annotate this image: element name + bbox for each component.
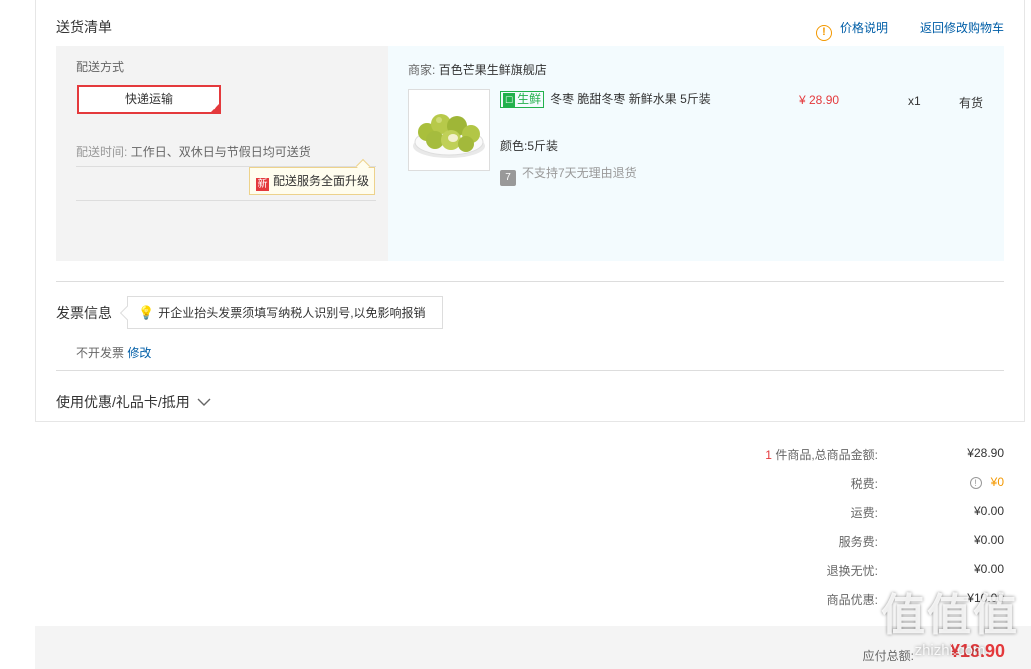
goods-count: 1 — [765, 448, 772, 462]
summary-tax-row: 税费: ! ¥0 — [0, 475, 1031, 495]
return-care-label: 退换无忧: — [826, 564, 878, 578]
check-icon: ✓ — [212, 103, 219, 112]
invoice-status: 不开发票 — [76, 346, 125, 360]
divider — [56, 370, 1004, 371]
summary-goods-row: 1 件商品,总商品金额: ¥28.90 — [0, 446, 1031, 466]
coupon-toggle[interactable]: 使用优惠/礼品卡/抵用 — [56, 392, 211, 412]
price-note-label: 价格说明 — [840, 21, 889, 35]
product-image[interactable] — [408, 89, 490, 171]
invoice-tip-text: 开企业抬头发票须填写纳税人识别号,以免影响报销 — [158, 306, 426, 320]
product-price: ¥ 28.90 — [799, 93, 840, 107]
product-title-row: ☐ 生鲜 冬枣 脆甜冬枣 新鲜水果 5斤装 — [500, 90, 711, 108]
goods-total-label-text: 件商品,总商品金额: — [775, 448, 878, 462]
price-note-link[interactable]: ! 价格说明 — [816, 19, 888, 41]
summary-shipping-row: 运费: ¥0.00 — [0, 504, 1031, 524]
tooltip-arrow — [119, 305, 135, 321]
summary-return-row: 退换无忧: ¥0.00 — [0, 562, 1031, 582]
divider — [76, 200, 376, 201]
divider — [56, 281, 1004, 282]
goods-total-label: 1 件商品,总商品金额: — [765, 446, 878, 463]
info-icon: ! — [816, 25, 832, 41]
coupon-label: 使用优惠/礼品卡/抵用 — [56, 394, 190, 410]
jujube-image-icon — [413, 114, 485, 158]
watermark-site: zhizhi.com — [914, 642, 986, 659]
ticket-icon: ☐ — [503, 93, 516, 107]
spec-label: 颜色: — [500, 139, 528, 153]
product-name[interactable]: 冬枣 脆甜冬枣 新鲜水果 5斤装 — [550, 92, 711, 106]
upgrade-text: 配送服务全面升级 — [273, 174, 370, 188]
shipping-fee-value: ¥0.00 — [973, 504, 1004, 518]
merchant-label: 商家: — [408, 63, 436, 77]
delivery-method-label: 配送方式 — [76, 60, 125, 74]
delivery-time-value: 工作日、双休日与节假日均可送货 — [130, 145, 311, 159]
watermark-logo: 值值值 zhizhi.com — [875, 590, 1025, 669]
invoice-edit-link[interactable]: 修改 — [127, 346, 151, 360]
tax-value: ¥0 — [990, 475, 1004, 489]
no-return-icon: 7 — [500, 170, 516, 186]
merchant: 商家: 百色芒果生鲜旗舰店 — [408, 61, 547, 78]
fresh-badge-label: 生鲜 — [517, 92, 542, 106]
upgrade-tooltip: 新配送服务全面升级 — [249, 158, 375, 195]
tax-label: 税费: — [850, 477, 878, 491]
invoice-tip: 💡 开企业抬头发票须填写纳税人识别号,以免影响报销 — [119, 296, 443, 329]
delivery-time-label: 配送时间: — [76, 145, 128, 159]
goods-total-value: ¥28.90 — [967, 446, 1004, 460]
delivery-panel: 配送方式 快递运输 ✓ 配送时间: 工作日、双休日与节假日均可送货 新配送服务全… — [56, 46, 388, 261]
delivery-method-value: 快递运输 — [124, 92, 173, 106]
spec-value: 5斤装 — [527, 139, 559, 153]
fresh-badge: ☐ 生鲜 — [500, 91, 545, 108]
shipping-box: 配送方式 快递运输 ✓ 配送时间: 工作日、双休日与节假日均可送货 新配送服务全… — [56, 46, 1004, 261]
back-to-cart-link[interactable]: 返回修改购物车 — [920, 19, 1004, 36]
chevron-down-icon — [197, 398, 211, 406]
watermark-glyphs: 值值值 — [881, 591, 1019, 640]
order-panel: 送货清单 ! 价格说明 返回修改购物车 配送方式 快递运输 ✓ 配送时间: 工作日… — [35, 0, 1025, 422]
summary-service-row: 服务费: ¥0.00 — [0, 533, 1031, 553]
discount-label: 商品优惠: — [826, 593, 878, 607]
lightbulb-icon: 💡 — [138, 305, 155, 320]
tax-value-group: ! ¥0 — [969, 475, 1004, 489]
product-qty: x1 — [908, 94, 921, 108]
invoice-status-row: 不开发票 修改 — [76, 344, 151, 361]
service-fee-value: ¥0.00 — [973, 533, 1004, 547]
return-policy-text: 不支持7天无理由退货 — [522, 166, 637, 180]
info-icon[interactable]: ! — [969, 477, 982, 489]
stock-status: 有货 — [959, 96, 984, 110]
service-fee-label: 服务费: — [838, 535, 878, 549]
delivery-time: 配送时间: 工作日、双休日与节假日均可送货 — [76, 143, 311, 160]
return-care-value: ¥0.00 — [973, 562, 1004, 576]
shipping-fee-label: 运费: — [850, 506, 878, 520]
invoice-title: 发票信息 — [56, 305, 112, 321]
shipping-list-title: 送货清单 — [56, 19, 112, 35]
goods-panel: 商家: 百色芒果生鲜旗舰店 ☐ 生鲜 冬枣 脆甜冬枣 新鲜水果 5斤装 ¥ 28… — [388, 46, 1004, 261]
return-policy: 7 不支持7天无理由退货 — [500, 164, 637, 186]
tooltip-arrow — [355, 158, 371, 174]
merchant-name[interactable]: 百色芒果生鲜旗舰店 — [439, 63, 547, 77]
product-spec: 颜色:5斤装 — [500, 137, 558, 154]
new-badge-icon: 新 — [256, 178, 269, 191]
delivery-method-express[interactable]: 快递运输 ✓ — [77, 85, 221, 114]
